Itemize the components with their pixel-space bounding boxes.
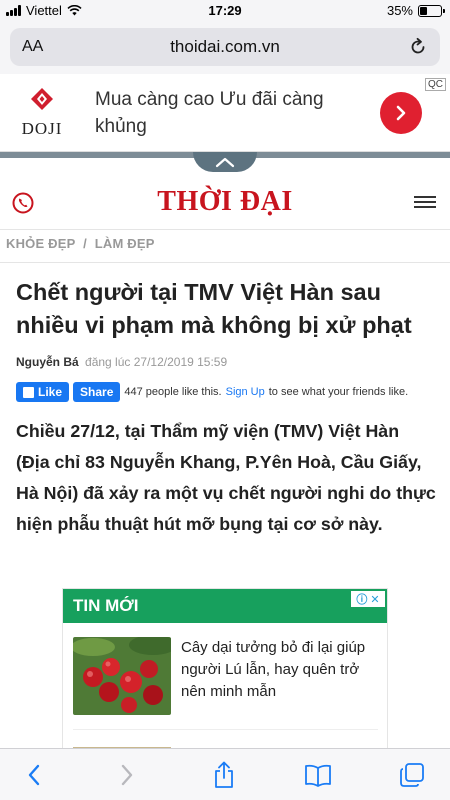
share-button[interactable] [210,761,238,789]
facebook-like-count: 447 people like this. [124,386,222,398]
breadcrumb-divider [0,262,450,263]
cherries-image [73,637,171,715]
breadcrumb-separator: / [83,236,87,251]
chevron-right-icon [396,105,406,121]
forward-button[interactable] [113,761,141,789]
browser-toolbar [0,748,450,800]
site-logo[interactable]: THỜI ĐẠI [0,186,450,218]
news-thumbnail[interactable] [73,637,171,715]
menu-icon[interactable] [414,196,436,211]
facebook-share-button[interactable]: Share [73,382,121,402]
breadcrumb-item-khoe-dep[interactable]: KHỎE ĐẸP [6,236,75,251]
reload-icon[interactable] [408,37,428,57]
doji-logo: DOJI [14,84,70,144]
status-bar: Viettel 17:29 35% [0,0,450,22]
battery-icon [418,4,445,17]
facebook-signup-link[interactable]: Sign Up [226,386,265,398]
ad-text[interactable]: Mua càng cao Ưu đãi càng khủng [95,86,375,140]
reader-settings-button[interactable]: AA [22,38,43,56]
site-header: THỜI ĐẠI [0,172,450,230]
facebook-widget: Like Share 447 people like this. Sign Up… [16,382,408,402]
share-icon [215,761,233,788]
breadcrumb: KHỎE ĐẸP / LÀM ĐẸP [6,236,155,251]
doji-logo-text: DOJI [21,119,63,138]
article-byline: Nguyễn Bá đăng lúc 27/12/2019 15:59 [16,355,227,369]
address-bar[interactable]: AA thoidai.com.vn [10,28,440,66]
back-button[interactable] [20,761,48,789]
article-author[interactable]: Nguyễn Bá [16,355,79,369]
bookmarks-icon [305,764,331,787]
news-widget-header: TIN MỚI ⓘ ✕ [63,589,387,623]
tabs-button[interactable] [398,761,426,789]
news-widget: TIN MỚI ⓘ ✕ Cây dại tưởng bỏ đi lại giúp… [62,588,388,760]
news-divider [73,729,378,730]
facebook-like-label: Like [38,385,63,399]
browser-top: AA thoidai.com.vn [0,22,450,74]
facebook-like-button[interactable]: Like [16,382,70,402]
article-date: đăng lúc 27/12/2019 15:59 [85,355,228,369]
url-text[interactable]: thoidai.com.vn [10,37,440,57]
doji-logo-mark-icon [31,88,53,110]
article-lead: Chiều 27/12, tại Thẩm mỹ viện (TMV) Việt… [16,421,436,534]
ad-choices-icon[interactable]: ⓘ ✕ [351,591,385,607]
reader-settings-label: AA [22,38,44,55]
ad-collapse-button[interactable] [193,152,257,172]
battery-percent: 35% [386,3,413,18]
tabs-icon [400,763,424,787]
news-item-title[interactable]: Cây dại tưởng bỏ đi lại giúp người Lú lẫ… [181,637,376,703]
status-time: 17:29 [208,3,242,18]
news-item[interactable]: Cây dại tưởng bỏ đi lại giúp người Lú lẫ… [73,637,378,715]
status-right: 35% [386,3,445,18]
news-widget-title: TIN MỚI [73,596,139,615]
facebook-share-label: Share [80,385,114,399]
chevron-up-icon [215,157,235,168]
thumbs-up-icon [23,386,34,398]
forward-icon [121,764,133,786]
article-headline: Chết người tại TMV Việt Hàn sau nhiều vi… [16,279,412,338]
ad-arrow-button[interactable] [380,92,422,134]
facebook-signup-suffix: to see what your friends like. [268,386,409,398]
battery-fill [420,6,427,15]
bookmarks-button[interactable] [304,761,332,789]
ad-badge[interactable]: QC [425,78,446,91]
back-icon [28,764,40,786]
breadcrumb-item-lam-dep[interactable]: LÀM ĐẸP [95,236,155,251]
